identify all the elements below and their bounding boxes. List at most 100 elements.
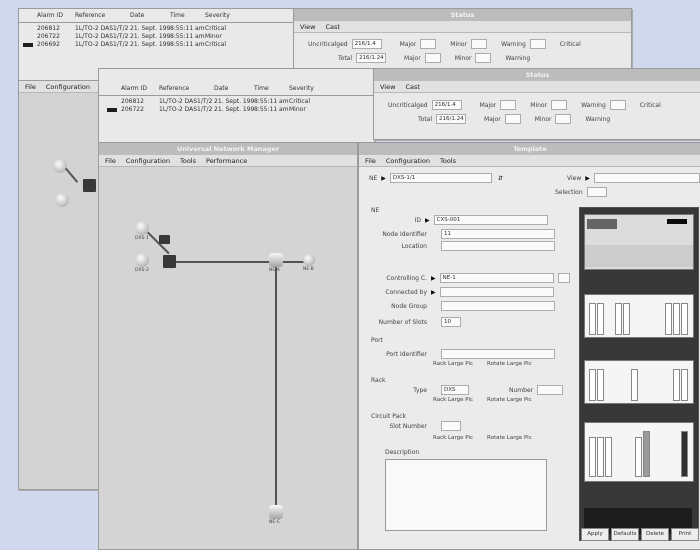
alarm-table-header: Alarm ID Reference Date Time Severity	[37, 12, 230, 19]
menu-tools[interactable]: Tools	[180, 157, 196, 165]
menu-tools[interactable]: Tools	[440, 157, 456, 165]
menu-configuration[interactable]: Configuration	[386, 157, 430, 165]
view-selector: View ▶	[567, 173, 700, 183]
arrow-right-icon: ▶	[425, 216, 430, 224]
form-row-slot-number: Slot Number	[371, 421, 461, 431]
menu-bar: File Configuration Tools	[359, 155, 700, 167]
menu-view[interactable]: View	[300, 23, 315, 31]
network-node[interactable]	[269, 505, 283, 519]
form-row-port-identifier: Port Identifier	[371, 349, 555, 359]
front-status-window: Status View Cast Uncriticalged 216/1.4 M…	[373, 68, 700, 140]
form-row-node-group: Node Group	[371, 301, 555, 311]
menu-bar: View Cast	[374, 81, 700, 93]
menu-file[interactable]: File	[365, 157, 376, 165]
menu-bar: File Configuration Tools Performance	[99, 155, 357, 167]
description-textarea[interactable]	[385, 459, 547, 531]
circuit-checkboxes: Rack Large Pic Rotate Large Pic	[433, 435, 532, 441]
checkbox-rotate-large-pic[interactable]: Rotate Large Pic	[487, 435, 532, 441]
checkbox-rotate-large-pic[interactable]: Rotate Large Pic	[487, 397, 532, 403]
network-node[interactable]	[269, 253, 283, 267]
checkbox-rack-large-pic[interactable]: Rack Large Pic	[433, 361, 473, 367]
form-row-number-of-slots: Number of Slots 10	[371, 317, 461, 327]
location-field[interactable]	[441, 241, 555, 251]
status-row: Total 216/1.24 Major Minor Warning	[338, 53, 531, 63]
slot-number-field[interactable]	[441, 421, 461, 431]
window-title: Status	[294, 9, 631, 21]
selection-control: Selection	[555, 187, 607, 197]
network-element-icon[interactable]	[163, 255, 176, 268]
ne-selector: NE ▶ DXS-1/1 ⇵	[369, 173, 503, 183]
rack-graphic[interactable]	[579, 207, 699, 541]
network-manager-window: Universal Network Manager File Configura…	[98, 142, 358, 550]
network-map-canvas[interactable]: DXS-1 DXS-2 NE-A NE-B NE-C	[99, 167, 357, 549]
table-row[interactable]: 206692 1L/TO-2 DAS1/T/2 21. Sept. 1996 8:55…	[23, 41, 290, 49]
menu-configuration[interactable]: Configuration	[46, 83, 90, 91]
table-row[interactable]: 206812 1L/TO-2 DAS1/T/2 21. Sept. 1996 8:55…	[107, 98, 366, 106]
port-identifier-field[interactable]	[441, 349, 555, 359]
template-window: Template File Configuration Tools NE ▶ D…	[358, 142, 700, 550]
port-checkboxes: Rack Large Pic Rotate Large Pic	[433, 361, 532, 367]
front-alarm-list-window: Alarm ID Reference Date Time Severity 20…	[98, 68, 375, 144]
controlling-field[interactable]: NE-1	[439, 273, 554, 283]
table-row[interactable]: 206722 1L/TO-2 DAS1/T/2 21. Sept. 1996 8:55…	[107, 106, 366, 114]
window-title: Template	[359, 143, 700, 155]
form-row-connected-by: Connected by ▶	[371, 287, 554, 297]
status-row: Uncriticalged 216/1.4 Major Minor Warnin…	[308, 39, 581, 49]
back-network-window: File Configuration	[18, 80, 100, 490]
form-row-rack-type: Type DXS Number	[371, 385, 564, 395]
view-field[interactable]	[593, 173, 700, 183]
section-ne: NE	[371, 207, 380, 214]
connected-by-field[interactable]	[439, 287, 554, 297]
menu-cast[interactable]: Cast	[405, 83, 419, 91]
menu-performance[interactable]: Performance	[206, 157, 247, 165]
network-element-icon[interactable]	[159, 235, 170, 244]
window-title: Universal Network Manager	[99, 143, 357, 155]
rack-checkboxes: Rack Large Pic Rotate Large Pic	[433, 397, 532, 403]
network-node[interactable]	[135, 253, 149, 267]
back-status-window: Status View Cast Uncriticalged 216/1.4 M…	[293, 8, 632, 72]
alarm-table-header: Alarm ID Reference Date Time Severity	[121, 85, 314, 92]
arrow-right-icon: ▶	[431, 288, 436, 296]
selected-row-marker	[23, 42, 33, 47]
menu-cast[interactable]: Cast	[325, 23, 339, 31]
network-element-icon[interactable]	[83, 179, 96, 192]
checkbox-rack-large-pic[interactable]: Rack Large Pic	[433, 397, 473, 403]
rack-number-field[interactable]	[537, 385, 564, 395]
menu-view[interactable]: View	[380, 83, 395, 91]
section-circuit-pack: Circuit Pack	[371, 413, 407, 420]
print-button[interactable]: Print	[671, 528, 699, 541]
delete-button[interactable]: Delete	[641, 528, 669, 541]
network-node[interactable]	[303, 254, 315, 266]
rack-type-field[interactable]: DXS	[441, 385, 469, 395]
status-row: Total 216/1.24 Major Minor Warning	[418, 114, 611, 124]
network-node[interactable]	[135, 221, 149, 235]
menu-configuration[interactable]: Configuration	[126, 157, 170, 165]
network-node[interactable]	[55, 193, 69, 207]
apply-button[interactable]: Apply	[581, 528, 609, 541]
description-label: Description	[385, 449, 420, 456]
selection-field[interactable]	[586, 187, 607, 197]
network-node[interactable]	[53, 159, 67, 173]
menu-file[interactable]: File	[105, 157, 116, 165]
menu-bar: File Configuration	[19, 81, 99, 93]
table-row[interactable]: 206812 1L/TO-2 DAS1/T/2 21. Sept. 1996 8:55…	[23, 25, 290, 33]
dropdown-icon[interactable]: ⇵	[498, 175, 503, 182]
number-of-slots-field[interactable]: 10	[441, 317, 461, 327]
arrow-right-icon: ▶	[431, 274, 436, 282]
selected-row-marker	[107, 107, 117, 112]
checkbox-rack-large-pic[interactable]: Rack Large Pic	[433, 435, 473, 441]
menu-file[interactable]: File	[25, 83, 36, 91]
defaults-button[interactable]: Defaults	[611, 528, 639, 541]
browse-button[interactable]	[557, 273, 570, 283]
checkbox-rotate-large-pic[interactable]: Rotate Large Pic	[487, 361, 532, 367]
ne-field[interactable]: DXS-1/1	[389, 173, 492, 183]
id-field[interactable]: CXS-001	[433, 215, 548, 225]
section-rack: Rack	[371, 377, 386, 384]
table-row[interactable]: 206722 1L/TO-2 DAS1/T/2 21. Sept. 1996 8:55…	[23, 33, 290, 41]
node-group-field[interactable]	[441, 301, 555, 311]
form-row-id: ID ▶ CXS-001	[411, 215, 548, 225]
node-identifier-field[interactable]: 11	[441, 229, 555, 239]
status-row: Uncriticalged 216/1.4 Major Minor Warnin…	[388, 100, 661, 110]
arrow-right-icon: ▶	[585, 174, 590, 182]
section-port: Port	[371, 337, 383, 344]
